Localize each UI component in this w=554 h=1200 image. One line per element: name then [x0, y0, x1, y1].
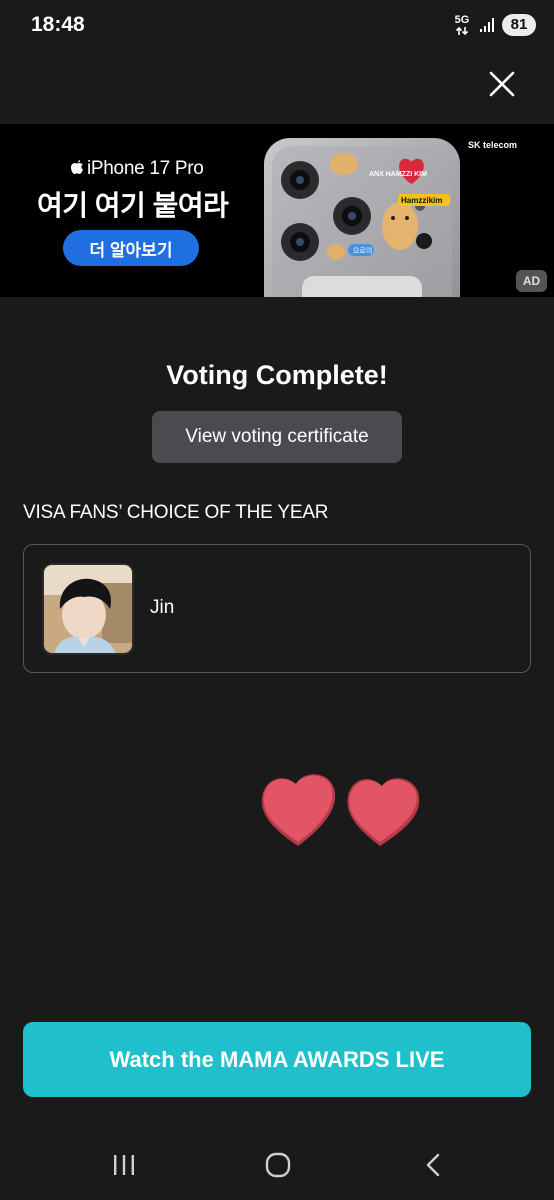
- status-icons: 5G 81: [452, 12, 536, 38]
- home-button[interactable]: [258, 1150, 298, 1180]
- category-title: VISA FANS’ CHOICE OF THE YEAR: [23, 502, 329, 523]
- home-icon: [265, 1152, 291, 1178]
- page-title: Voting Complete!: [166, 360, 388, 390]
- ad-banner[interactable]: iPhone 17 Pro 여기 여기 붙여라 더 알아보기 ANX HAMZZ…: [0, 124, 554, 297]
- hearts-decoration: [261, 774, 420, 846]
- iphone-sticker-image: ANX HAMZZI KIM Hamzzikim 으르이: [264, 138, 460, 297]
- sticker-bubble: 으르이: [353, 246, 372, 255]
- view-certificate-button[interactable]: View voting certificate: [152, 411, 402, 463]
- ad-learn-more-button[interactable]: 더 알아보기: [63, 230, 199, 266]
- data-arrows-icon: [455, 26, 469, 36]
- watch-live-button[interactable]: Watch the MAMA AWARDS LIVE: [23, 1022, 531, 1097]
- network-label: 5G: [454, 13, 470, 26]
- sticker-tag: Hamzzikim: [401, 196, 442, 205]
- back-button[interactable]: [414, 1150, 454, 1180]
- close-icon: [489, 71, 515, 97]
- status-time: 18:48: [31, 13, 85, 36]
- nominee-card: Jin: [23, 544, 531, 673]
- sticker-text: ANX HAMZZI KIM: [369, 171, 427, 178]
- battery-badge: 81: [502, 14, 536, 36]
- recent-apps-icon: [114, 1155, 134, 1175]
- signal-icon: [479, 17, 495, 33]
- nominee-name: Jin: [150, 597, 175, 618]
- nominee-photo: [42, 563, 134, 655]
- ad-telecom-logo: SK telecom: [468, 140, 518, 150]
- vote-complete-screen: 18:48 5G 81 iPhone 17 Pro 여기 여기 붙여라 더 알아…: [0, 0, 554, 1200]
- recent-apps-button[interactable]: [104, 1150, 144, 1180]
- ad-headline: 여기 여기 붙여라: [37, 190, 229, 221]
- system-nav-bar: [0, 1130, 554, 1200]
- ad-brand: iPhone 17 Pro: [70, 158, 204, 180]
- network-icon: 5G: [452, 12, 472, 38]
- close-button[interactable]: [484, 66, 520, 102]
- apple-logo-icon: [70, 159, 84, 180]
- ad-brand-label: iPhone 17 Pro: [87, 158, 204, 179]
- back-icon: [426, 1153, 440, 1177]
- ad-label: AD: [516, 270, 547, 292]
- status-bar: 18:48 5G 81: [0, 0, 554, 52]
